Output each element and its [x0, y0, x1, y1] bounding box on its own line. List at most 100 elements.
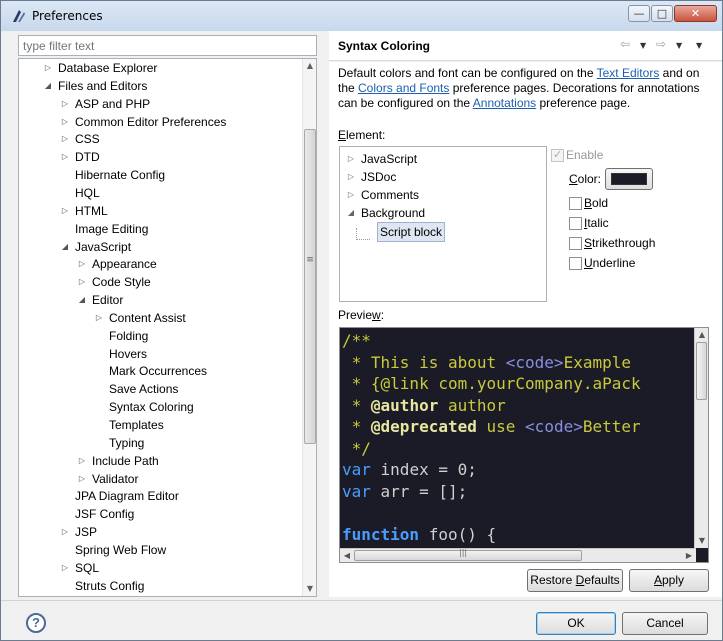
tree-item[interactable]: ▷ DTD — [19, 148, 299, 166]
collapsed-arrow-icon[interactable]: ▷ — [77, 273, 87, 291]
code-line: * @deprecated use <code>Better — [342, 416, 692, 438]
tree-item[interactable]: ▷ HTML — [19, 202, 299, 220]
tree-item[interactable]: Hovers — [19, 345, 299, 363]
cancel-button[interactable]: Cancel — [622, 612, 708, 635]
option-mnemonic: S — [584, 236, 593, 250]
preview-scroll-left-icon[interactable]: ◀ — [340, 549, 354, 562]
enable-checkbox-box[interactable]: ✓ — [551, 149, 564, 162]
preview-hscroll-thumb[interactable]: ||| — [354, 548, 582, 561]
collapsed-arrow-icon[interactable]: ▷ — [43, 59, 53, 77]
tree-scrollbar[interactable]: ▲ ≡ ▼ — [302, 59, 316, 596]
tree-item[interactable]: JSF Config — [19, 505, 299, 523]
tree-item[interactable]: Templates — [19, 416, 299, 434]
collapsed-arrow-icon[interactable]: ▷ — [60, 113, 70, 131]
preview-label-colon: : — [380, 308, 385, 322]
tree-item[interactable]: ▷ Validator — [19, 470, 299, 488]
scroll-thumb[interactable] — [304, 129, 316, 444]
annotations-link[interactable]: Annotations — [473, 96, 536, 110]
tree-item-label: JSF Config — [75, 507, 135, 522]
code-line: /** — [342, 330, 692, 352]
collapsed-arrow-icon[interactable]: ▷ — [60, 130, 70, 148]
tree-item[interactable]: ▷ Appearance — [19, 255, 299, 273]
scroll-down-icon[interactable]: ▼ — [303, 582, 316, 596]
tree-item[interactable]: ▷ JSP — [19, 523, 299, 541]
preference-tree[interactable]: ▲ ≡ ▼ ▷ Database Explorer ◢ Files and Edito… — [18, 58, 317, 597]
color-picker-button[interactable] — [605, 168, 653, 190]
tree-item[interactable]: Struts Config — [19, 577, 299, 595]
checkbox-box[interactable] — [569, 257, 582, 270]
tree-connector — [356, 228, 370, 240]
collapsed-arrow-icon[interactable]: ▷ — [77, 452, 87, 470]
preview-vscrollbar[interactable]: ▲ ▼ — [694, 328, 708, 548]
expanded-arrow-icon[interactable]: ◢ — [60, 238, 70, 256]
collapsed-arrow-icon[interactable]: ▷ — [60, 559, 70, 577]
tree-item[interactable]: ▷ Common Editor Preferences — [19, 113, 299, 131]
text-editors-link[interactable]: Text Editors — [597, 66, 660, 80]
tree-item[interactable]: Image Editing — [19, 220, 299, 238]
tree-item[interactable]: Hibernate Config — [19, 166, 299, 184]
expanded-arrow-icon[interactable]: ◢ — [43, 77, 53, 95]
checkbox-box[interactable] — [569, 237, 582, 250]
tree-item[interactable]: ▷ Code Style — [19, 273, 299, 291]
maximize-button[interactable]: □ — [651, 5, 673, 22]
tree-item[interactable]: Save Actions — [19, 380, 299, 398]
scroll-up-icon[interactable]: ▲ — [303, 59, 316, 73]
preview-scroll-right-icon[interactable]: ▶ — [682, 549, 696, 562]
tree-item[interactable]: ▷ Include Path — [19, 452, 299, 470]
preview-vscroll-thumb[interactable] — [696, 342, 707, 400]
tree-item[interactable]: Typing — [19, 434, 299, 452]
code-preview[interactable]: /** * This is about <code>Example * {@li… — [339, 327, 709, 563]
restore-defaults-button[interactable]: Restore Defaults — [527, 569, 623, 592]
tree-item-label: Struts Config — [75, 578, 145, 593]
preview-scroll-down-icon[interactable]: ▼ — [695, 534, 708, 548]
tree-item[interactable]: ◢ JavaScript — [19, 238, 299, 256]
checkbox-box[interactable] — [569, 217, 582, 230]
tree-item[interactable]: ▷ SQL — [19, 559, 299, 577]
element-tree[interactable]: ▷ JavaScript ▷ JSDoc ▷ Comments ◢ Background Scr… — [339, 146, 547, 302]
collapsed-arrow-icon[interactable]: ▷ — [94, 309, 104, 327]
preview-hscrollbar[interactable]: ◀ ||| ▶ — [340, 548, 696, 562]
collapsed-arrow-icon[interactable]: ▷ — [77, 470, 87, 488]
expanded-arrow-icon[interactable]: ◢ — [77, 291, 87, 309]
minimize-button[interactable]: — — [628, 5, 650, 22]
colors-and-fonts-link[interactable]: Colors and Fonts — [358, 81, 449, 95]
ok-button[interactable]: OK — [536, 612, 616, 635]
tree-item[interactable]: ▷ Content Assist — [19, 309, 299, 327]
tree-item[interactable]: Folding — [19, 327, 299, 345]
tree-item[interactable]: Spring Web Flow — [19, 541, 299, 559]
apply-button[interactable]: Apply — [629, 569, 709, 592]
help-icon[interactable]: ? — [26, 613, 46, 633]
collapsed-arrow-icon[interactable]: ▷ — [346, 186, 356, 204]
tree-item[interactable]: HQL — [19, 184, 299, 202]
expanded-arrow-icon[interactable]: ◢ — [346, 204, 356, 222]
window-title: Preferences — [32, 9, 103, 23]
tree-item[interactable]: Syntax Coloring — [19, 398, 299, 416]
close-button[interactable]: ✕ — [674, 5, 717, 22]
tree-item[interactable]: Mark Occurrences — [19, 362, 299, 380]
tree-item[interactable]: ◢ Editor — [19, 291, 299, 309]
collapsed-arrow-icon[interactable]: ▷ — [60, 202, 70, 220]
preview-code: /** * This is about <code>Example * {@li… — [342, 330, 692, 544]
preview-scroll-up-icon[interactable]: ▲ — [695, 328, 708, 342]
code-token: Better — [582, 417, 641, 436]
tree-item[interactable]: JPA Diagram Editor — [19, 487, 299, 505]
tree-item[interactable]: ▷ Database Explorer — [19, 59, 299, 77]
back-menu-icon[interactable]: ▼ — [640, 41, 646, 50]
tree-item-label: Validator — [92, 471, 139, 486]
back-icon[interactable]: ⇦ — [620, 37, 630, 51]
collapsed-arrow-icon[interactable]: ▷ — [60, 523, 70, 541]
collapsed-arrow-icon[interactable]: ▷ — [346, 168, 356, 186]
tree-item-label: DTD — [75, 150, 100, 165]
tree-item[interactable]: ▷ ASP and PHP — [19, 95, 299, 113]
collapsed-arrow-icon[interactable]: ▷ — [60, 95, 70, 113]
tree-item[interactable]: ◢ Files and Editors — [19, 77, 299, 95]
tree-item[interactable]: ▷ CSS — [19, 130, 299, 148]
view-menu-icon[interactable]: ▼ — [696, 41, 702, 50]
forward-icon[interactable]: ⇨ — [656, 37, 666, 51]
checkbox-box[interactable] — [569, 197, 582, 210]
filter-input[interactable] — [18, 35, 317, 56]
forward-menu-icon[interactable]: ▼ — [676, 41, 682, 50]
collapsed-arrow-icon[interactable]: ▷ — [77, 255, 87, 273]
collapsed-arrow-icon[interactable]: ▷ — [60, 148, 70, 166]
collapsed-arrow-icon[interactable]: ▷ — [346, 150, 356, 168]
